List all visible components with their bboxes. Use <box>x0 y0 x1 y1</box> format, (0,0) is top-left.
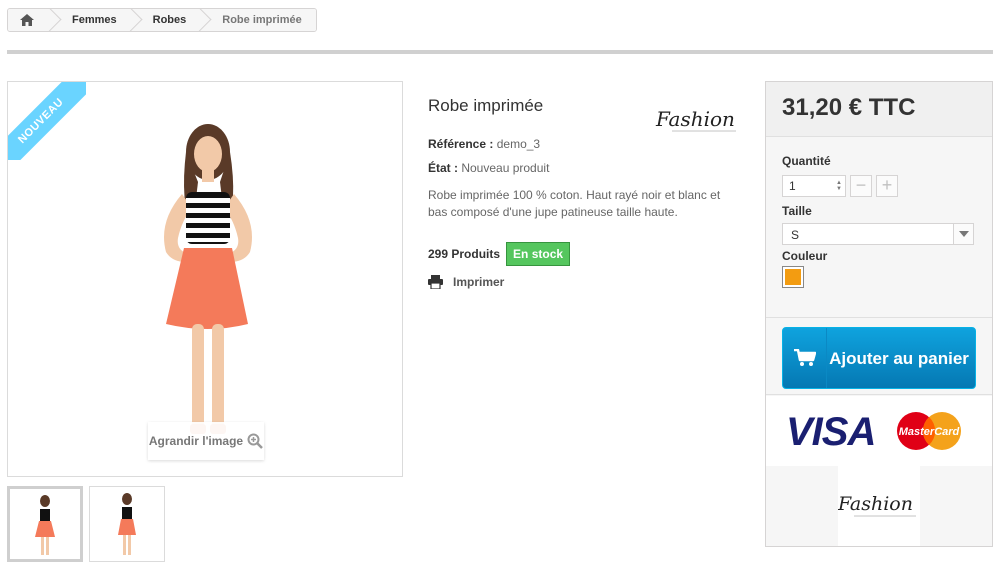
quantity-label: Quantité <box>782 154 831 168</box>
size-select[interactable]: S <box>782 223 974 245</box>
price: 31,20 € TTC <box>782 94 916 121</box>
thumbnail-2[interactable] <box>89 486 165 562</box>
divider <box>766 317 992 318</box>
product-main-image[interactable]: NOUVEAU Agrandir l'image <box>7 81 403 477</box>
condition-label: État : <box>428 161 458 175</box>
stock-row: 299 Produits En stock <box>428 242 571 266</box>
breadcrumb: Femmes Robes Robe imprimée <box>7 8 317 32</box>
mastercard-logo: MasterCard <box>897 412 961 450</box>
new-ribbon-label: NOUVEAU <box>8 82 86 160</box>
quantity-plus-button[interactable]: + <box>876 175 898 197</box>
condition-line: État : Nouveau produit <box>428 161 549 175</box>
divider <box>766 394 992 395</box>
reference-label: Référence : <box>428 137 494 151</box>
spin-arrows-icon[interactable]: ▲ ▼ <box>836 180 842 192</box>
size-label: Taille <box>782 204 812 218</box>
print-label: Imprimer <box>453 275 505 289</box>
zoom-icon <box>247 433 263 449</box>
mastercard-text: MasterCard <box>899 426 960 438</box>
brand-logo-text: Fashion <box>655 107 735 131</box>
price-row: 31,20 € TTC <box>766 82 992 137</box>
zoom-button[interactable]: Agrandir l'image <box>148 422 264 460</box>
add-to-cart-label: Ajouter au panier <box>829 348 969 368</box>
cart-icon-wrap <box>783 328 827 388</box>
stock-badge: En stock <box>506 242 571 266</box>
buy-box: 31,20 € TTC Quantité 1 ▲ ▼ − + Taille S C… <box>765 81 993 547</box>
quantity-minus-button[interactable]: − <box>850 175 872 197</box>
chevron-down-icon <box>953 224 973 244</box>
size-value: S <box>791 228 800 242</box>
zoom-label: Agrandir l'image <box>148 434 244 448</box>
product-description: Robe imprimée 100 % coton. Haut rayé noi… <box>428 188 721 219</box>
add-to-cart-button[interactable]: Ajouter au panier <box>782 327 976 389</box>
breadcrumb-femmes[interactable]: Femmes <box>50 9 131 31</box>
shop-logo: Fashion <box>837 466 920 546</box>
product-title: Robe imprimée <box>428 96 544 115</box>
new-ribbon: NOUVEAU <box>8 82 86 160</box>
thumbnail-1[interactable] <box>7 486 83 562</box>
thumbnail-photo <box>118 493 136 555</box>
quantity-value: 1 <box>789 179 796 193</box>
swatch-fill <box>785 269 801 285</box>
condition-value: Nouveau produit <box>461 161 550 175</box>
color-swatch-orange[interactable] <box>782 266 804 288</box>
thumbnail-photo <box>35 495 55 555</box>
color-label: Couleur <box>782 249 828 263</box>
home-icon[interactable] <box>8 9 50 31</box>
printer-icon <box>428 275 443 289</box>
shop-logo-text: Fashion <box>838 493 913 515</box>
visa-logo: VISA <box>786 410 876 454</box>
reference-line: Référence : demo_3 <box>428 137 540 151</box>
breadcrumb-current: Robe imprimée <box>200 9 316 31</box>
brand-logo: Fashion <box>654 106 742 141</box>
print-link[interactable]: Imprimer <box>428 275 504 289</box>
cart-icon <box>793 349 816 366</box>
product-photo <box>164 124 252 434</box>
quantity-available: 299 Produits <box>428 247 501 261</box>
payment-logos: VISA MasterCard <box>766 396 992 466</box>
separator <box>7 50 993 54</box>
quantity-input[interactable]: 1 ▲ ▼ <box>782 175 846 197</box>
reference-value: demo_3 <box>496 137 541 151</box>
